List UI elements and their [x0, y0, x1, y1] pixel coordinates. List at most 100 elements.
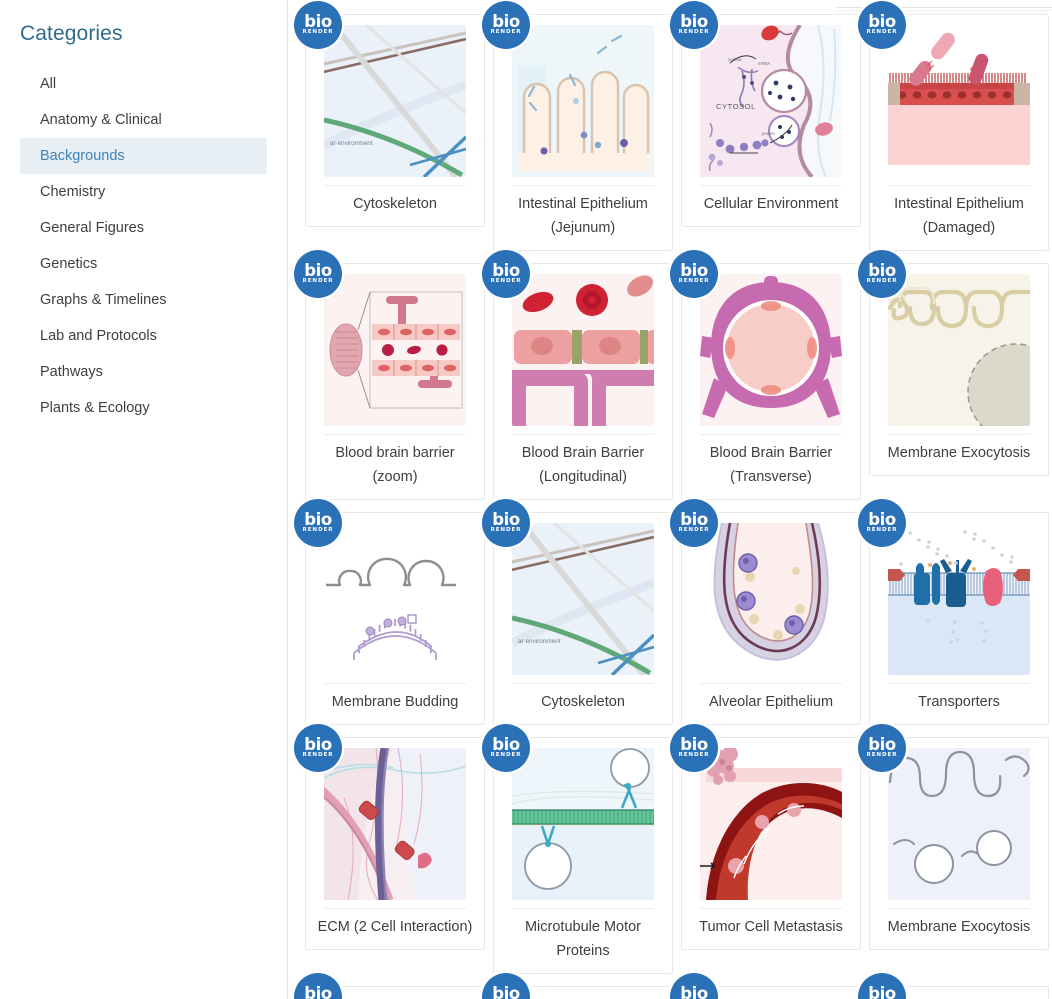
illustration-title: Cellular Environment — [703, 196, 839, 212]
illustration-card[interactable]: bio RENDER Intestinal Epithelium (Damage… — [858, 1, 1049, 251]
category-list: All Anatomy & Clinical Backgrounds Chemistr… — [0, 66, 287, 426]
illustration-card[interactable]: bio RENDER Membrane Budding — [294, 499, 485, 725]
illustration-thumbnail[interactable] — [512, 274, 654, 426]
sidebar-item-all[interactable]: All — [20, 66, 267, 102]
illustration-thumbnail[interactable] — [700, 274, 842, 426]
illustration-thumbnail[interactable]: ar environment — [324, 25, 466, 177]
illustration-browser: Categories All Anatomy & Clinical Backgrou… — [0, 0, 1052, 999]
svg-text:protein: protein — [762, 131, 775, 136]
illustration-card[interactable]: bio RENDER — [294, 724, 485, 950]
thumbnail-art-tumor-metastasis — [700, 748, 842, 900]
illustration-thumbnail[interactable]: CYTOSOL nuclear mRNA protein — [700, 25, 842, 177]
illustration-title: ECM (2 Cell Interaction) — [317, 919, 473, 935]
thumbnail-art-bbb-zoom — [324, 274, 466, 426]
illustration-thumbnail[interactable] — [324, 523, 466, 675]
illustration-title: Intestinal Epithelium (Jejunum) — [518, 196, 648, 236]
illustration-thumbnail[interactable] — [512, 748, 654, 900]
thumbnail-art-intestinal-jejunum — [512, 25, 654, 177]
illustration-title: Transporters — [918, 694, 1000, 710]
sidebar-item-plants-ecology[interactable]: Plants & Ecology — [20, 390, 267, 426]
illustration-title: Blood brain barrier (zoom) — [335, 445, 455, 485]
gallery-cell-partial: bioRENDER — [858, 973, 1052, 999]
illustration-title: Intestinal Epithelium (Damaged) — [894, 196, 1024, 236]
biorender-logo-word-top: bio — [304, 510, 332, 529]
biorender-logo-icon: bioRENDER — [482, 1, 530, 49]
illustration-thumbnail[interactable] — [888, 523, 1030, 675]
biorender-logo-word-bottom: RENDER — [490, 278, 522, 284]
illustration-thumbnail[interactable] — [324, 748, 466, 900]
sidebar-item-lab-and-protocols[interactable]: Lab and Protocols — [20, 318, 267, 354]
thumbnail-art-bbb-transverse — [700, 274, 842, 426]
biorender-logo-word-top: bio — [680, 510, 708, 529]
biorender-logo-icon: bioRENDER — [858, 1, 906, 49]
gallery-cell: bio RENDER Tumor Cell Metastasis — [670, 724, 865, 956]
sidebar-item-backgrounds[interactable]: Backgrounds — [20, 138, 267, 174]
sidebar-item-chemistry[interactable]: Chemistry — [20, 174, 267, 210]
biorender-logo-word-bottom: RENDER — [490, 527, 522, 533]
gallery-cell: bio RENDER Intestinal Epithelium (Damage… — [858, 1, 1052, 257]
biorender-logo-word-top: bio — [680, 12, 708, 31]
illustration-thumbnail[interactable] — [700, 523, 842, 675]
gallery-cell: bio RENDER — [294, 724, 489, 956]
biorender-logo-word-top: bio — [680, 984, 708, 999]
illustration-thumbnail[interactable] — [888, 748, 1030, 900]
illustration-card[interactable]: bio RENDER — [858, 499, 1049, 725]
thumbnail-art-membrane-budding — [324, 523, 466, 675]
illustration-card[interactable]: bio RENDER — [482, 724, 673, 974]
svg-text:CYTOSOL: CYTOSOL — [716, 102, 756, 111]
illustration-card-partial[interactable]: bioRENDER — [294, 973, 485, 999]
biorender-logo-word-bottom: RENDER — [866, 752, 898, 758]
thumbnail-art-transporters — [888, 523, 1030, 675]
illustration-card-partial[interactable]: bioRENDER — [670, 973, 861, 999]
illustration-thumbnail[interactable] — [512, 25, 654, 177]
thumbnail-art-intestinal-damaged — [888, 25, 1030, 177]
illustration-card[interactable]: bio RENDER — [670, 1, 861, 227]
biorender-logo-word-top: bio — [868, 510, 896, 529]
gallery-cell: bio RENDER Membrane Budding — [294, 499, 489, 731]
illustration-thumbnail[interactable] — [700, 748, 842, 900]
biorender-logo-word-top: bio — [868, 261, 896, 280]
sidebar-item-genetics[interactable]: Genetics — [20, 246, 267, 282]
gallery-cell: bio RENDER Membrane Exocytosis — [858, 724, 1052, 956]
biorender-logo-word-bottom: RENDER — [302, 278, 334, 284]
illustration-thumbnail[interactable] — [888, 274, 1030, 426]
illustration-card[interactable]: bio RENDER Intestinal Epithelium (Jejunum… — [482, 1, 673, 251]
illustration-card[interactable]: bio RENDER Membrane Exocytosis — [858, 250, 1049, 476]
gallery-cell: bio RENDER — [670, 1, 865, 233]
illustration-card-partial[interactable]: bioRENDER — [858, 973, 1049, 999]
sidebar-item-graphs-timelines[interactable]: Graphs & Timelines — [20, 282, 267, 318]
illustration-title: Blood Brain Barrier (Longitudinal) — [521, 445, 645, 485]
biorender-logo-icon: bioRENDER — [294, 1, 342, 49]
gallery-cell: bio RENDER Alveolar Epithelium — [670, 499, 865, 731]
biorender-logo-word-top: bio — [492, 12, 520, 31]
illustration-card-partial[interactable]: bioRENDER — [482, 973, 673, 999]
illustration-card[interactable]: bio RENDER ar environment Cytoskeleton — [482, 499, 673, 725]
svg-text:nuclear: nuclear — [728, 57, 742, 62]
gallery-panel[interactable]: bio RENDER ar environment Cytoskeleton bio R… — [288, 0, 1052, 999]
sidebar-item-anatomy-clinical[interactable]: Anatomy & Clinical — [20, 102, 267, 138]
illustration-card[interactable]: bio RENDER Blood Brain Barrier (Transver… — [670, 250, 861, 500]
illustration-card[interactable]: bio RENDER Alveolar Epithelium — [670, 499, 861, 725]
illustration-card[interactable]: bio RENDER Tumor Cell Metastasis — [670, 724, 861, 950]
svg-text:ar environment: ar environment — [330, 140, 373, 147]
illustration-thumbnail[interactable] — [324, 274, 466, 426]
illustration-title: Cytoskeleton — [541, 694, 625, 710]
illustration-title: Membrane Exocytosis — [887, 445, 1031, 461]
illustration-thumbnail[interactable]: ar environment — [512, 523, 654, 675]
categories-sidebar: Categories All Anatomy & Clinical Backgrou… — [0, 0, 288, 999]
biorender-logo-word-top: bio — [304, 735, 332, 754]
illustration-thumbnail[interactable] — [888, 25, 1030, 177]
illustration-card[interactable]: bio RENDER ar environment Cytoskeleton — [294, 1, 485, 227]
illustration-card[interactable]: bio RENDER Blood Brain Barrier (Longitud… — [482, 250, 673, 500]
sidebar-item-general-figures[interactable]: General Figures — [20, 210, 267, 246]
biorender-logo-word-bottom: RENDER — [866, 527, 898, 533]
biorender-logo-word-top: bio — [680, 735, 708, 754]
illustration-title: Tumor Cell Metastasis — [699, 919, 843, 935]
illustration-card[interactable]: bio RENDER Membrane Exocytosis — [858, 724, 1049, 950]
svg-text:mRNA: mRNA — [758, 61, 771, 66]
biorender-logo-icon: bioRENDER — [482, 250, 530, 298]
sidebar-item-pathways[interactable]: Pathways — [20, 354, 267, 390]
illustration-card[interactable]: bio RENDER — [294, 250, 485, 500]
gallery-cell-partial: bioRENDER — [482, 973, 677, 999]
biorender-logo-icon: bioRENDER — [670, 250, 718, 298]
